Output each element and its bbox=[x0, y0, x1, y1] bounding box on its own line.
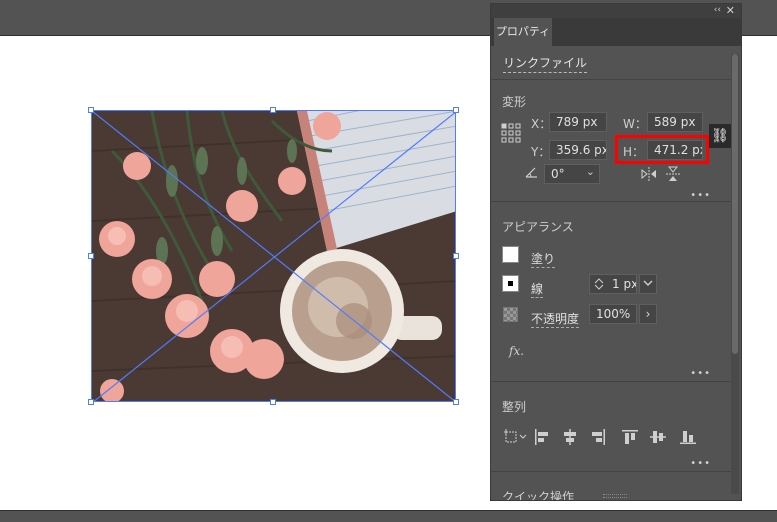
appearance-title: アピアランス bbox=[502, 220, 574, 234]
resize-handle-top-right[interactable] bbox=[453, 107, 459, 113]
opacity-slider-button[interactable]: › bbox=[639, 304, 657, 324]
tab-properties[interactable]: プロパティ bbox=[494, 18, 552, 46]
fx-icon[interactable]: fx. bbox=[509, 344, 524, 358]
panel-tabbar: プロパティ bbox=[491, 18, 741, 46]
opacity-field[interactable]: 100% bbox=[589, 304, 637, 324]
rotate-value: 0° bbox=[551, 167, 565, 181]
align-vertical-center-icon[interactable] bbox=[649, 428, 667, 446]
flip-horizontal-icon[interactable] bbox=[641, 167, 657, 181]
transform-section: 変形 X： 789 px W： 589 px Y： 359.6 px H： 47… bbox=[491, 80, 731, 202]
resize-handle-top-left[interactable] bbox=[88, 107, 94, 113]
appearance-section: アピアランス 塗り 線 1 px 不透明度 100% › fx. ••• bbox=[491, 202, 731, 382]
y-position-field[interactable]: 359.6 px bbox=[549, 140, 607, 160]
align-left-icon[interactable] bbox=[533, 428, 551, 446]
transform-more-icon[interactable]: ••• bbox=[690, 190, 711, 201]
fill-swatch[interactable] bbox=[502, 246, 519, 263]
align-top-icon[interactable] bbox=[621, 428, 639, 446]
app-bottom-strip bbox=[0, 510, 777, 522]
resize-handle-bottom-right[interactable] bbox=[453, 399, 459, 405]
align-title: 整列 bbox=[502, 400, 527, 414]
align-right-icon[interactable] bbox=[589, 428, 607, 446]
resize-handle-bottom[interactable] bbox=[270, 399, 276, 405]
opacity-label[interactable]: 不透明度 bbox=[531, 310, 580, 328]
reference-point-icon[interactable] bbox=[501, 123, 521, 143]
flip-vertical-icon[interactable] bbox=[666, 166, 680, 182]
stroke-width-value: 1 px bbox=[612, 277, 637, 291]
stroke-width-field[interactable]: 1 px bbox=[589, 274, 637, 294]
stroke-stepper-icon[interactable] bbox=[594, 277, 604, 291]
x-position-field[interactable]: 789 px bbox=[549, 112, 607, 132]
stroke-swatch[interactable] bbox=[502, 275, 519, 292]
y-label: Y： bbox=[531, 145, 551, 159]
coffee-flowers-photo bbox=[92, 111, 455, 401]
rotate-dropdown-caret[interactable]: ⌄ bbox=[586, 165, 595, 181]
align-buttons-row bbox=[503, 428, 713, 448]
panel-scrollbar[interactable] bbox=[731, 54, 739, 494]
panel-title-bar: ‹‹ ✕ bbox=[491, 4, 741, 18]
resize-handle-bottom-left[interactable] bbox=[88, 399, 94, 405]
transform-title: 変形 bbox=[502, 95, 527, 109]
link-file-button[interactable]: リンクファイル bbox=[503, 54, 588, 73]
resize-handle-left[interactable] bbox=[88, 253, 94, 259]
opacity-swatch bbox=[503, 307, 518, 322]
w-label: W： bbox=[623, 117, 647, 131]
align-section: 整列 ••• bbox=[491, 382, 731, 472]
resize-handle-right[interactable] bbox=[453, 253, 459, 259]
constrain-proportions-icon[interactable]: ⛓ bbox=[709, 124, 731, 148]
chevron-down-icon bbox=[643, 280, 653, 286]
close-panel-icon[interactable]: ✕ bbox=[726, 4, 735, 17]
properties-panel: ‹‹ ✕ プロパティ リンクファイル 変形 X： 789 px W： 589 p… bbox=[490, 3, 742, 501]
rotate-field[interactable]: 0° ⌄ bbox=[544, 164, 600, 184]
quick-actions-title: クイック操作 bbox=[502, 490, 575, 501]
panel-resize-grip[interactable] bbox=[603, 494, 627, 498]
fill-label[interactable]: 塗り bbox=[531, 250, 556, 268]
align-horizontal-center-icon[interactable] bbox=[561, 428, 579, 446]
scrollbar-thumb[interactable] bbox=[732, 54, 738, 354]
width-field[interactable]: 589 px bbox=[647, 112, 703, 132]
stroke-width-dropdown[interactable] bbox=[639, 274, 657, 294]
placed-linked-image[interactable] bbox=[91, 110, 456, 402]
collapse-panel-icon[interactable]: ‹‹ bbox=[714, 5, 721, 15]
align-to-dropdown-icon[interactable] bbox=[503, 428, 529, 446]
resize-handle-top[interactable] bbox=[270, 107, 276, 113]
appearance-more-icon[interactable]: ••• bbox=[690, 368, 711, 379]
height-field-highlight bbox=[615, 135, 709, 164]
rotate-angle-icon bbox=[525, 167, 537, 178]
align-bottom-icon[interactable] bbox=[679, 428, 697, 446]
align-more-icon[interactable]: ••• bbox=[690, 458, 711, 469]
stroke-label[interactable]: 線 bbox=[531, 280, 544, 298]
link-file-section: リンクファイル bbox=[491, 46, 731, 80]
